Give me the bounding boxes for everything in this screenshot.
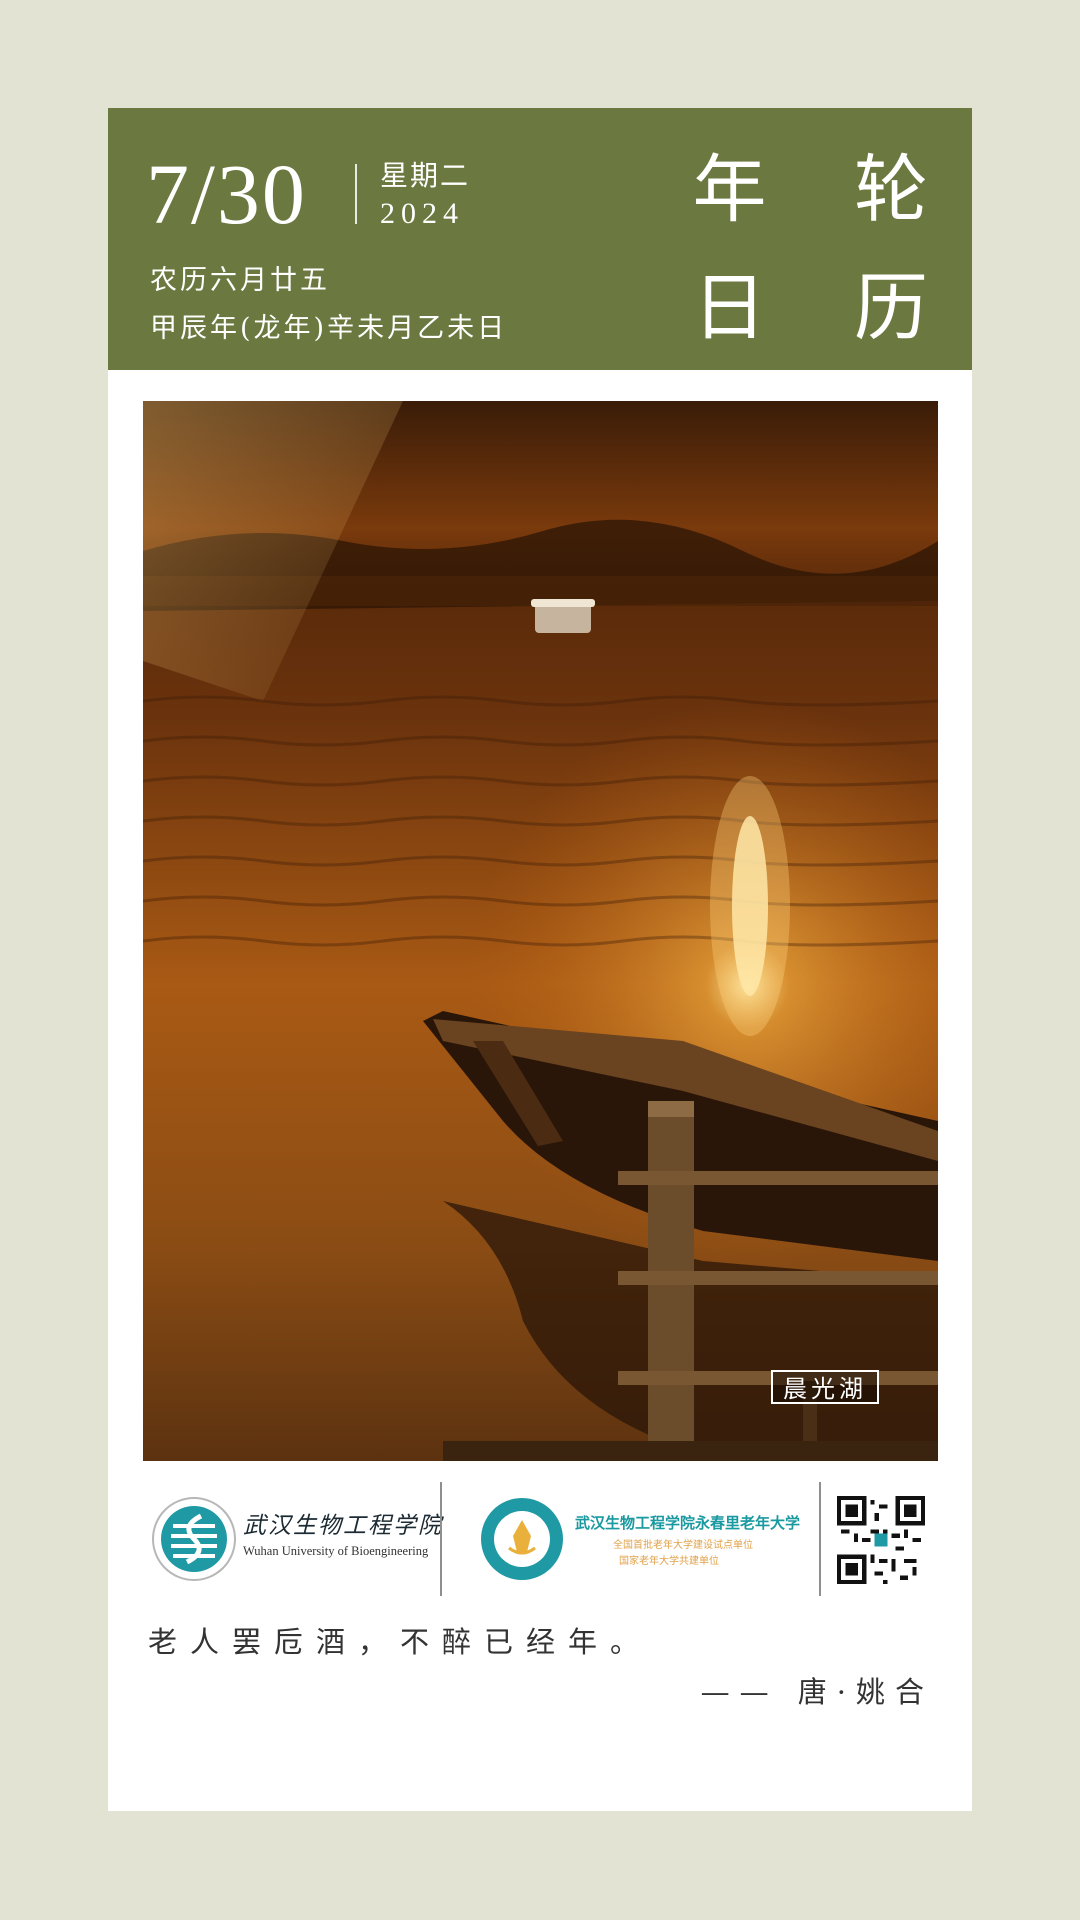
brand-title-line1: 年 轮	[692, 147, 960, 233]
logo-strip: 武汉生物工程学院 Wuhan University of Bioengineer…	[143, 1474, 938, 1604]
brand-title-line2: 日 历	[692, 265, 960, 351]
lake-photo: 晨光湖	[143, 401, 938, 1461]
senior-college-subtitle-2: 国家老年大学共建单位	[619, 1556, 719, 1567]
photo-caption: 晨光湖	[771, 1370, 879, 1404]
year-label: 2024	[380, 197, 464, 230]
calendar-card: 7/30 星期二 2024 农历六月廿五 甲辰年(龙年)辛未月乙未日 年 轮 日…	[108, 108, 972, 1811]
poem-author: —— 唐·姚合	[700, 1675, 934, 1709]
weekday-label: 星期二	[380, 159, 471, 192]
sunset-boat-image	[143, 401, 938, 1461]
calendar-header: 7/30 星期二 2024 农历六月廿五 甲辰年(龙年)辛未月乙未日 年 轮 日…	[108, 108, 972, 370]
lunar-date: 农历六月廿五	[150, 265, 330, 296]
senior-college-name: 武汉生物工程学院永春里老年大学	[575, 1514, 801, 1532]
university-emblem-icon	[152, 1497, 236, 1581]
senior-college-emblem-icon	[481, 1498, 563, 1580]
university-name-cn: 武汉生物工程学院	[243, 1513, 443, 1539]
senior-college-subtitle-1: 全国首批老年大学建设试点单位	[613, 1540, 753, 1551]
university-name-en: Wuhan University of Bioengineering	[243, 1544, 429, 1558]
logo-divider	[819, 1482, 821, 1596]
poem-quote: 老人罢卮酒，不醉已经年。	[148, 1625, 653, 1659]
logo-divider	[440, 1482, 442, 1596]
date-display: 7/30	[146, 146, 307, 242]
ganzhi-date: 甲辰年(龙年)辛未月乙未日	[150, 313, 508, 344]
qr-code-icon	[837, 1496, 925, 1584]
date-divider	[355, 164, 357, 224]
